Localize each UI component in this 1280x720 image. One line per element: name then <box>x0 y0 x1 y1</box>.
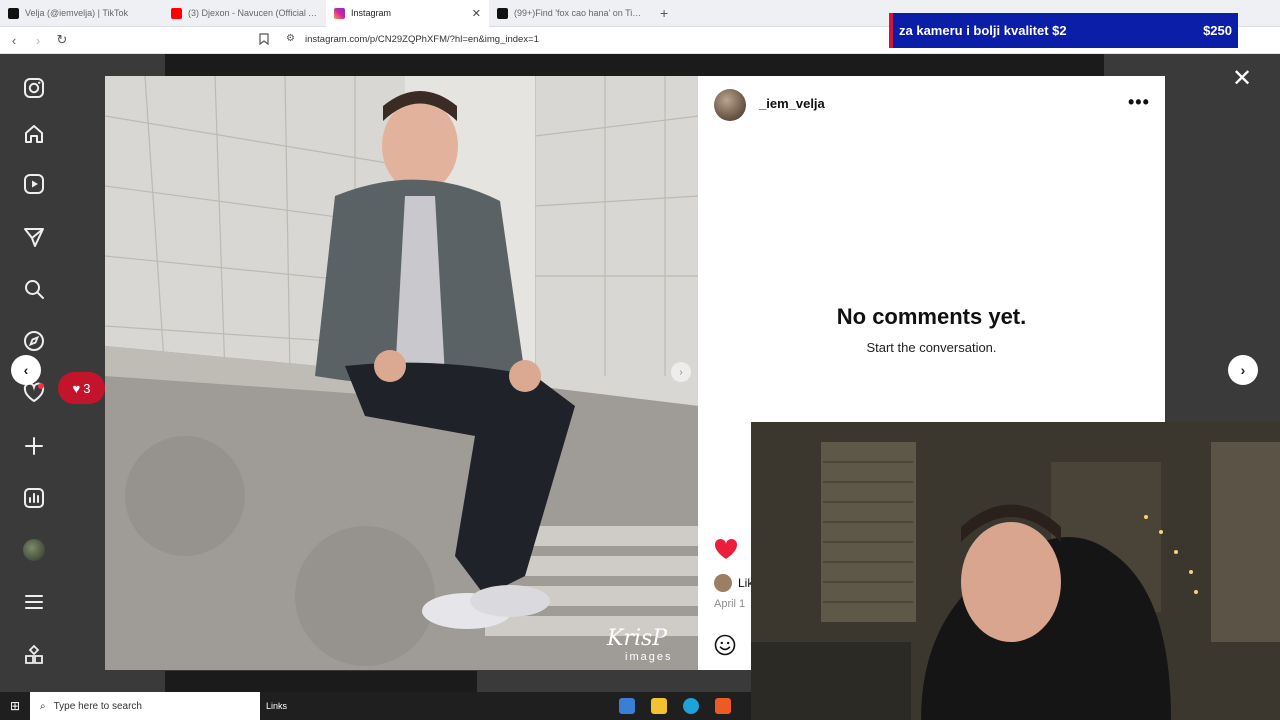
instagram-icon <box>334 7 345 19</box>
watermark: KrisP <box>607 626 668 651</box>
home-icon[interactable] <box>20 120 48 148</box>
watermark-sub: images <box>625 651 673 663</box>
also-from-meta-icon[interactable] <box>20 641 48 669</box>
direct-messages-icon[interactable] <box>20 223 48 251</box>
dashboard-icon[interactable] <box>20 484 48 512</box>
browser-tab-youtube[interactable]: (3) Djexon - Navucen (Official Anima <box>163 0 326 27</box>
post-photo <box>105 76 699 670</box>
author-username[interactable]: _iem_velja <box>759 96 825 111</box>
post-image[interactable]: › KrisP images <box>105 76 699 670</box>
url-field[interactable]: instagram.com/p/CN29ZQPhXFM/?hl=en&img_i… <box>305 34 539 45</box>
profile-avatar[interactable] <box>20 536 48 564</box>
close-tab-icon[interactable]: ✕ <box>472 7 481 20</box>
bookmark-icon[interactable] <box>259 33 269 48</box>
no-comments-subtitle: Start the conversation. <box>866 340 997 355</box>
instagram-logo-icon[interactable] <box>20 74 48 102</box>
close-modal-icon[interactable]: ✕ <box>1232 67 1252 91</box>
tab-title: Instagram <box>351 8 392 18</box>
more-menu-icon[interactable] <box>20 588 48 616</box>
like-button[interactable] <box>714 538 738 565</box>
brave-icon[interactable] <box>715 698 731 714</box>
banner-amount: $250 <box>1203 23 1232 38</box>
tab-title: (99+)Find 'fox cao hana' on TikTok | <box>514 8 644 18</box>
file-explorer-icon[interactable] <box>651 698 667 714</box>
create-icon[interactable] <box>20 432 48 460</box>
app-icon[interactable] <box>619 698 635 714</box>
background-grid <box>165 54 1104 76</box>
search-icon[interactable] <box>20 275 48 303</box>
tab-title: (3) Djexon - Navucen (Official Anima <box>188 8 318 18</box>
more-options-button[interactable]: ••• <box>1128 92 1150 113</box>
liker-avatar <box>714 574 732 592</box>
browser-tab-instagram[interactable]: Instagram ✕ <box>326 0 489 27</box>
heart-filled-icon <box>714 538 738 559</box>
explore-icon[interactable] <box>20 327 48 355</box>
youtube-icon <box>171 7 182 19</box>
smiley-icon <box>714 634 736 656</box>
edge-icon[interactable] <box>683 698 699 714</box>
back-icon[interactable]: ‹ <box>4 33 24 48</box>
webcam-overlay <box>751 422 1280 720</box>
next-image-icon[interactable]: › <box>671 362 691 382</box>
search-icon: ⌕ <box>40 700 46 712</box>
reload-icon[interactable]: ↻ <box>52 32 72 48</box>
taskbar-search[interactable]: ⌕ Type here to search <box>30 692 260 720</box>
tab-title: Velja (@iemvelja) | TikTok <box>25 8 129 18</box>
taskbar-search-placeholder: Type here to search <box>53 700 142 712</box>
no-comments-title: No comments yet. <box>836 304 1027 329</box>
browser-tab-tiktok[interactable]: Velja (@iemvelja) | TikTok <box>0 0 163 27</box>
links-toolbar[interactable]: Links <box>266 701 287 711</box>
tiktok-icon <box>8 7 19 19</box>
donation-banner: za kameru i bolji kvalitet $2 $250 <box>889 13 1238 48</box>
banner-text: za kameru i bolji kvalitet $2 <box>899 23 1067 38</box>
likes-row[interactable]: Lik <box>714 574 753 592</box>
webcam-feed <box>751 422 1280 720</box>
post-date: April 1 <box>714 598 746 610</box>
heart-icon: ♥ <box>72 380 81 396</box>
notification-count: 3 <box>83 380 91 396</box>
forward-icon[interactable]: › <box>28 33 48 48</box>
chevron-left-icon: ‹ <box>23 362 29 378</box>
tiktok-icon <box>497 7 508 19</box>
browser-tab-tiktok-search[interactable]: (99+)Find 'fox cao hana' on TikTok | <box>489 0 652 27</box>
author-avatar[interactable] <box>714 89 746 121</box>
notification-badge[interactable]: ♥ 3 <box>58 372 105 404</box>
chevron-right-icon: › <box>1240 362 1246 378</box>
new-tab-button[interactable]: + <box>652 5 676 21</box>
taskbar: ⊞ ⌕ Type here to search Links <box>0 692 751 720</box>
site-info-icon[interactable]: ⚙ <box>286 33 295 44</box>
windows-start-icon[interactable]: ⊞ <box>0 699 30 713</box>
emoji-button[interactable] <box>714 634 736 661</box>
next-post-button[interactable]: › <box>1228 355 1258 385</box>
reels-icon[interactable] <box>20 170 48 198</box>
background-grid-bottom <box>165 671 477 692</box>
previous-post-button[interactable]: ‹ <box>11 355 41 385</box>
